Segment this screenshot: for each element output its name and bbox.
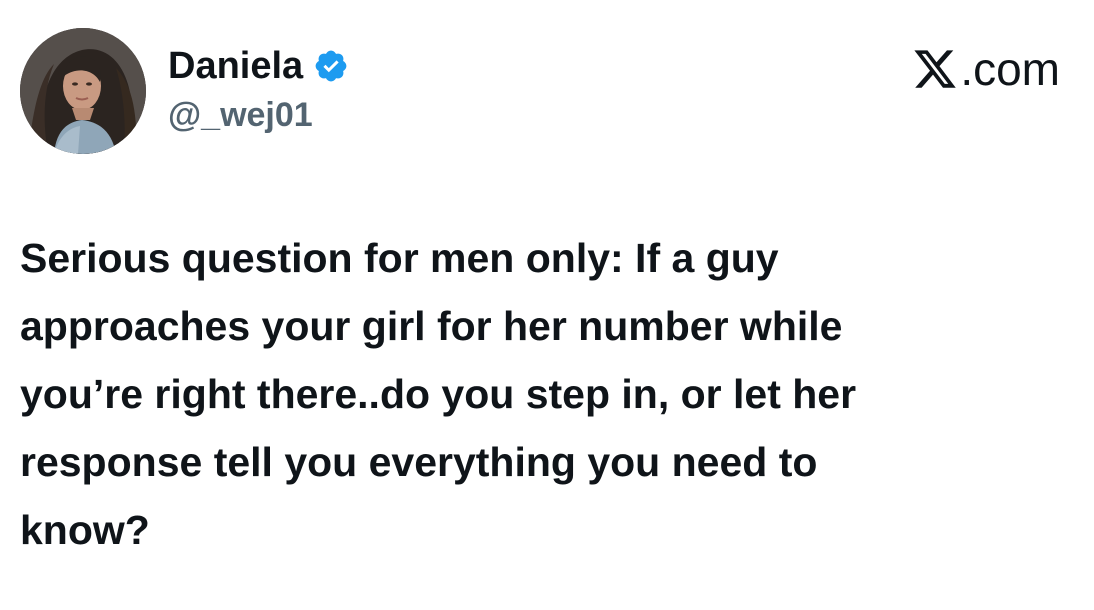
brand-domain-text: .com xyxy=(960,43,1060,95)
brand-watermark: .com xyxy=(912,42,1060,96)
tweet-card: Daniela @_wej01 .com Serious question fo… xyxy=(0,0,1094,610)
display-name[interactable]: Daniela xyxy=(168,45,303,88)
avatar[interactable] xyxy=(20,28,146,154)
user-names: Daniela @_wej01 xyxy=(168,44,349,135)
avatar-image xyxy=(20,28,146,154)
verified-badge-icon xyxy=(313,48,349,84)
display-name-row: Daniela xyxy=(168,44,349,88)
tweet-header: Daniela @_wej01 .com xyxy=(20,28,1074,158)
x-logo-icon xyxy=(912,46,958,92)
user-handle[interactable]: @_wej01 xyxy=(168,96,349,135)
tweet-text: Serious question for men only: If a guy … xyxy=(20,235,857,553)
